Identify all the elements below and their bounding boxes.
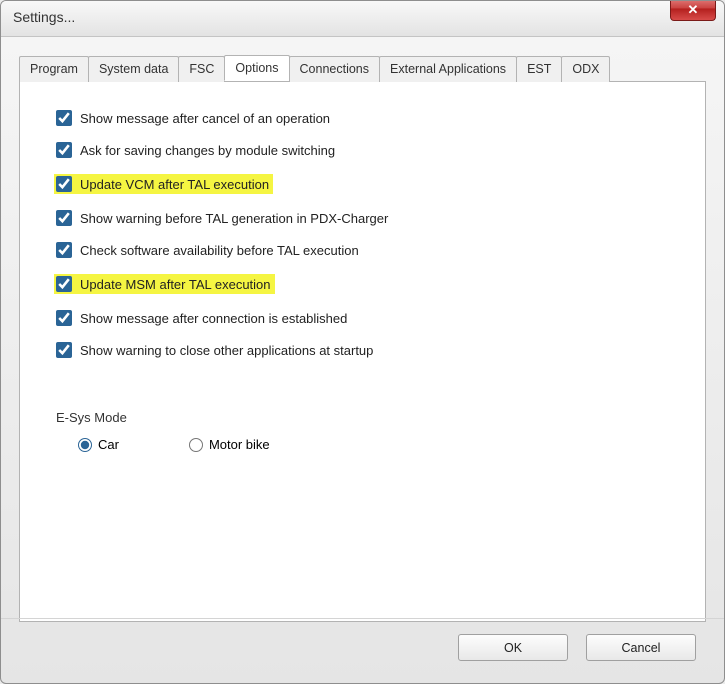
tab-options[interactable]: Options [224,55,289,81]
checkbox-vcm-label[interactable]: Update VCM after TAL execution [80,177,269,192]
ok-button[interactable]: OK [458,634,568,661]
esys-mode-radios: Car Motor bike [78,437,669,452]
tab-list: Program System data FSC Options Connecti… [19,55,706,82]
radio-car[interactable] [78,438,92,452]
tab-est[interactable]: EST [516,56,562,82]
checkbox-row-startup: Show warning to close other applications… [56,342,373,358]
tab-pane-options: Show message after cancel of an operatio… [19,82,706,622]
checkbox-conn-label[interactable]: Show message after connection is establi… [80,311,347,326]
tab-external-applications[interactable]: External Applications [379,56,517,82]
dialog-buttons: OK Cancel [458,634,696,661]
tab-program[interactable]: Program [19,56,89,82]
checkbox-cancel[interactable] [56,110,72,126]
checkbox-warn-tal[interactable] [56,210,72,226]
checkbox-warn-tal-label[interactable]: Show warning before TAL generation in PD… [80,211,388,226]
checkbox-row-cancel: Show message after cancel of an operatio… [56,110,330,126]
settings-window: Settings... ✕ Program System data FSC Op… [0,0,725,684]
checkbox-sw-avail[interactable] [56,242,72,258]
radio-item-motorbike: Motor bike [189,437,270,452]
checkbox-save-label[interactable]: Ask for saving changes by module switchi… [80,143,335,158]
radio-motorbike-label[interactable]: Motor bike [209,437,270,452]
radio-item-car: Car [78,437,119,452]
checkbox-msm-label[interactable]: Update MSM after TAL execution [80,277,271,292]
window-title: Settings... [13,9,75,25]
checkbox-row-sw-avail: Check software availability before TAL e… [56,242,359,258]
checkbox-startup[interactable] [56,342,72,358]
divider [1,618,724,619]
radio-motorbike[interactable] [189,438,203,452]
checkbox-vcm[interactable] [56,176,72,192]
close-icon: ✕ [688,2,699,18]
cancel-button[interactable]: Cancel [586,634,696,661]
tab-odx[interactable]: ODX [561,56,610,82]
checkbox-save[interactable] [56,142,72,158]
checkbox-row-warn-tal: Show warning before TAL generation in PD… [56,210,388,226]
checkbox-row-msm: Update MSM after TAL execution [54,274,275,294]
esys-mode-section: E-Sys Mode Car Motor bike [56,410,669,452]
checkbox-row-conn: Show message after connection is establi… [56,310,347,326]
tabset: Program System data FSC Options Connecti… [19,55,706,622]
checkbox-startup-label[interactable]: Show warning to close other applications… [80,343,373,358]
titlebar: Settings... ✕ [1,1,724,37]
checkbox-msm[interactable] [56,276,72,292]
radio-car-label[interactable]: Car [98,437,119,452]
tab-system-data[interactable]: System data [88,56,179,82]
tab-connections[interactable]: Connections [289,56,381,82]
checkbox-sw-avail-label[interactable]: Check software availability before TAL e… [80,243,359,258]
checkbox-row-vcm: Update VCM after TAL execution [54,174,273,194]
close-button[interactable]: ✕ [670,0,716,21]
checkbox-cancel-label[interactable]: Show message after cancel of an operatio… [80,111,330,126]
esys-mode-title: E-Sys Mode [56,410,669,425]
checkbox-conn[interactable] [56,310,72,326]
tab-fsc[interactable]: FSC [178,56,225,82]
checkbox-row-save: Ask for saving changes by module switchi… [56,142,335,158]
